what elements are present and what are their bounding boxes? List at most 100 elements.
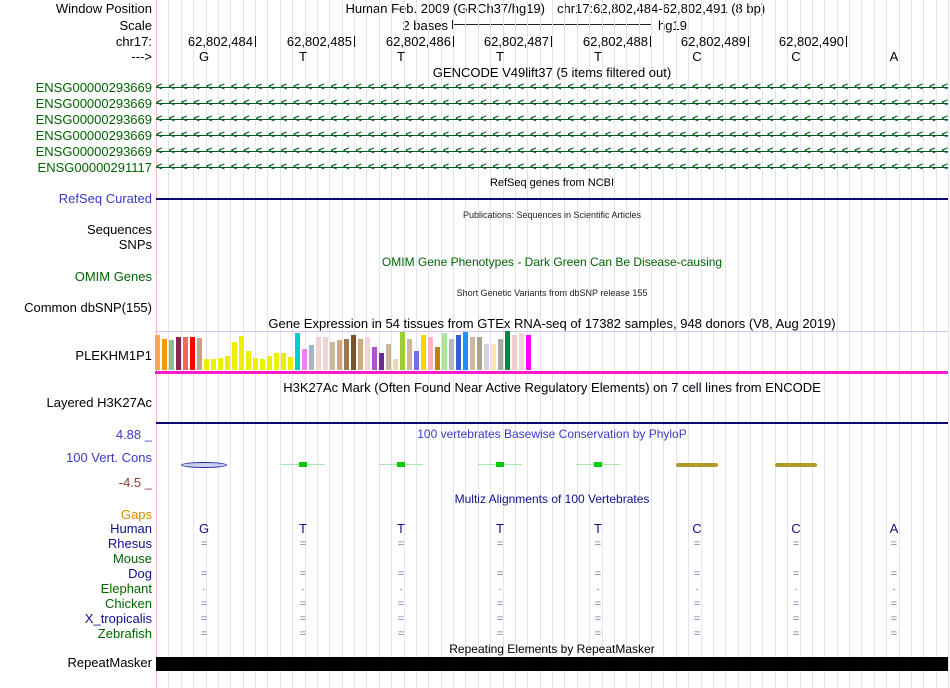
gtex-expression-bar[interactable] xyxy=(505,331,510,370)
gtex-expression-bar[interactable] xyxy=(470,337,475,370)
gtex-expression-bar[interactable] xyxy=(512,335,517,370)
track-label-refseq[interactable]: RefSeq Curated xyxy=(59,192,152,205)
track-label-sequences[interactable]: Sequences xyxy=(87,223,152,236)
gtex-expression-bar[interactable] xyxy=(372,347,377,370)
gtex-expression-bar[interactable] xyxy=(491,344,496,370)
gtex-expression-bar[interactable] xyxy=(421,335,426,370)
gencode-transcript-row[interactable]: < < < < < < < < < < < < < < < < < < < < < < < < < < < < < < < < < < < < < < < <… xyxy=(156,161,948,174)
refseq-curated-line[interactable] xyxy=(156,198,948,200)
gtex-expression-bar[interactable] xyxy=(477,337,482,370)
gencode-item-label[interactable]: ENSG00000293669 xyxy=(36,129,152,142)
track-label-omim[interactable]: OMIM Genes xyxy=(75,270,152,283)
conservation-mark-olive[interactable] xyxy=(775,463,817,467)
reference-base: C xyxy=(692,49,702,64)
track-label-h3k27ac[interactable]: Layered H3K27Ac xyxy=(46,396,152,409)
multiz-label-human[interactable]: Human xyxy=(110,522,152,535)
track-label-cons[interactable]: 100 Vert. Cons xyxy=(66,451,152,464)
gtex-expression-bar[interactable] xyxy=(274,353,279,370)
gencode-item-label[interactable]: ENSG00000291117 xyxy=(38,161,152,174)
gtex-expression-bar[interactable] xyxy=(323,337,328,370)
left-arrow-icon: < xyxy=(717,129,724,141)
track-label-dbsnp[interactable]: Common dbSNP(155) xyxy=(24,301,152,314)
multiz-align-match: = xyxy=(890,613,898,625)
gtex-expression-bar[interactable] xyxy=(344,339,349,370)
h3k27ac-baseline[interactable] xyxy=(156,422,948,424)
gencode-transcript-row[interactable]: < < < < < < < < < < < < < < < < < < < < < < < < < < < < < < < < < < < < < < < <… xyxy=(156,145,948,158)
gencode-item-label[interactable]: ENSG00000293669 xyxy=(36,113,152,126)
gtex-expression-bar[interactable] xyxy=(498,339,503,370)
gtex-expression-bar[interactable] xyxy=(295,333,300,370)
gtex-expression-bar[interactable] xyxy=(176,337,181,370)
gtex-expression-bar[interactable] xyxy=(526,335,531,370)
gtex-expression-bar[interactable] xyxy=(428,337,433,370)
conservation-mark-positive-peak[interactable] xyxy=(496,462,504,467)
gtex-expression-bar[interactable] xyxy=(393,359,398,370)
gtex-expression-bar[interactable] xyxy=(351,335,356,370)
gencode-item-label[interactable]: ENSG00000293669 xyxy=(36,81,152,94)
gtex-baseline-magenta[interactable] xyxy=(155,371,948,374)
gtex-expression-bar[interactable] xyxy=(267,356,272,370)
gtex-expression-bar[interactable] xyxy=(260,359,265,370)
gtex-expression-bar[interactable] xyxy=(407,339,412,370)
gencode-transcript-row[interactable]: < < < < < < < < < < < < < < < < < < < < < < < < < < < < < < < < < < < < < < < <… xyxy=(156,113,948,126)
conservation-mark-olive[interactable] xyxy=(676,463,718,467)
gtex-expression-bar[interactable] xyxy=(379,353,384,370)
gtex-expression-bar[interactable] xyxy=(463,332,468,370)
gtex-expression-bar[interactable] xyxy=(232,342,237,370)
gtex-expression-bar[interactable] xyxy=(358,339,363,370)
gtex-expression-bar[interactable] xyxy=(211,359,216,370)
repeatmasker-element-bar[interactable] xyxy=(156,657,948,671)
gencode-item-label[interactable]: ENSG00000293669 xyxy=(36,145,152,158)
left-arrow-icon: < xyxy=(929,161,936,173)
gencode-transcript-row[interactable]: < < < < < < < < < < < < < < < < < < < < < < < < < < < < < < < < < < < < < < < <… xyxy=(156,81,948,94)
multiz-label-zebrafish[interactable]: Zebrafish xyxy=(98,627,152,640)
conservation-mark-positive-peak[interactable] xyxy=(397,462,405,467)
reference-base: C xyxy=(791,49,801,64)
gtex-expression-bar[interactable] xyxy=(204,359,209,370)
gencode-transcript-row[interactable]: < < < < < < < < < < < < < < < < < < < < < < < < < < < < < < < < < < < < < < < <… xyxy=(156,97,948,110)
gtex-expression-bar[interactable] xyxy=(386,344,391,370)
conservation-mark-positive-peak[interactable] xyxy=(299,462,307,467)
gtex-expression-bar[interactable] xyxy=(400,332,405,370)
multiz-label-xtropicalis[interactable]: X_tropicalis xyxy=(85,612,152,625)
conservation-mark-negative[interactable] xyxy=(181,462,227,468)
gtex-expression-bar[interactable] xyxy=(239,336,244,370)
gtex-expression-bar[interactable] xyxy=(435,347,440,370)
track-label-repeatmasker[interactable]: RepeatMasker xyxy=(67,656,152,669)
gencode-transcript-row[interactable]: < < < < < < < < < < < < < < < < < < < < < < < < < < < < < < < < < < < < < < < <… xyxy=(156,129,948,142)
track-label-gtex-gene[interactable]: PLEKHM1P1 xyxy=(75,349,152,362)
gtex-expression-bar[interactable] xyxy=(225,356,230,370)
gtex-expression-bar[interactable] xyxy=(155,335,160,370)
gtex-expression-bar[interactable] xyxy=(162,339,167,370)
gtex-expression-bar[interactable] xyxy=(456,335,461,370)
gtex-expression-bar[interactable] xyxy=(281,353,286,370)
gtex-expression-bar[interactable] xyxy=(330,342,335,370)
gtex-expression-bar[interactable] xyxy=(190,337,195,370)
gtex-expression-bar[interactable] xyxy=(288,357,293,370)
gtex-expression-bar[interactable] xyxy=(253,358,258,370)
gtex-expression-bar[interactable] xyxy=(183,337,188,370)
gtex-expression-bar[interactable] xyxy=(309,345,314,370)
gtex-expression-bar[interactable] xyxy=(218,358,223,370)
gtex-expression-bar[interactable] xyxy=(169,340,174,370)
gencode-item-label[interactable]: ENSG00000293669 xyxy=(36,97,152,110)
conservation-mark-positive-peak[interactable] xyxy=(594,462,602,467)
multiz-label-mouse[interactable]: Mouse xyxy=(113,552,152,565)
multiz-label-gaps[interactable]: Gaps xyxy=(121,508,152,521)
gtex-expression-bar[interactable] xyxy=(316,337,321,370)
multiz-label-rhesus[interactable]: Rhesus xyxy=(108,537,152,550)
multiz-label-chicken[interactable]: Chicken xyxy=(105,597,152,610)
gtex-expression-bar[interactable] xyxy=(246,351,251,370)
gtex-expression-bar[interactable] xyxy=(484,344,489,370)
multiz-label-dog[interactable]: Dog xyxy=(128,567,152,580)
gtex-expression-bar[interactable] xyxy=(519,333,524,370)
gtex-expression-bar[interactable] xyxy=(442,333,447,370)
multiz-label-elephant[interactable]: Elephant xyxy=(101,582,152,595)
gtex-expression-bar[interactable] xyxy=(365,337,370,370)
track-label-snps[interactable]: SNPs xyxy=(119,238,152,251)
gtex-expression-bar[interactable] xyxy=(414,351,419,370)
gtex-expression-bar[interactable] xyxy=(337,340,342,370)
gtex-expression-bar[interactable] xyxy=(449,339,454,370)
gtex-expression-bar[interactable] xyxy=(302,349,307,370)
gtex-expression-bar[interactable] xyxy=(197,338,202,370)
